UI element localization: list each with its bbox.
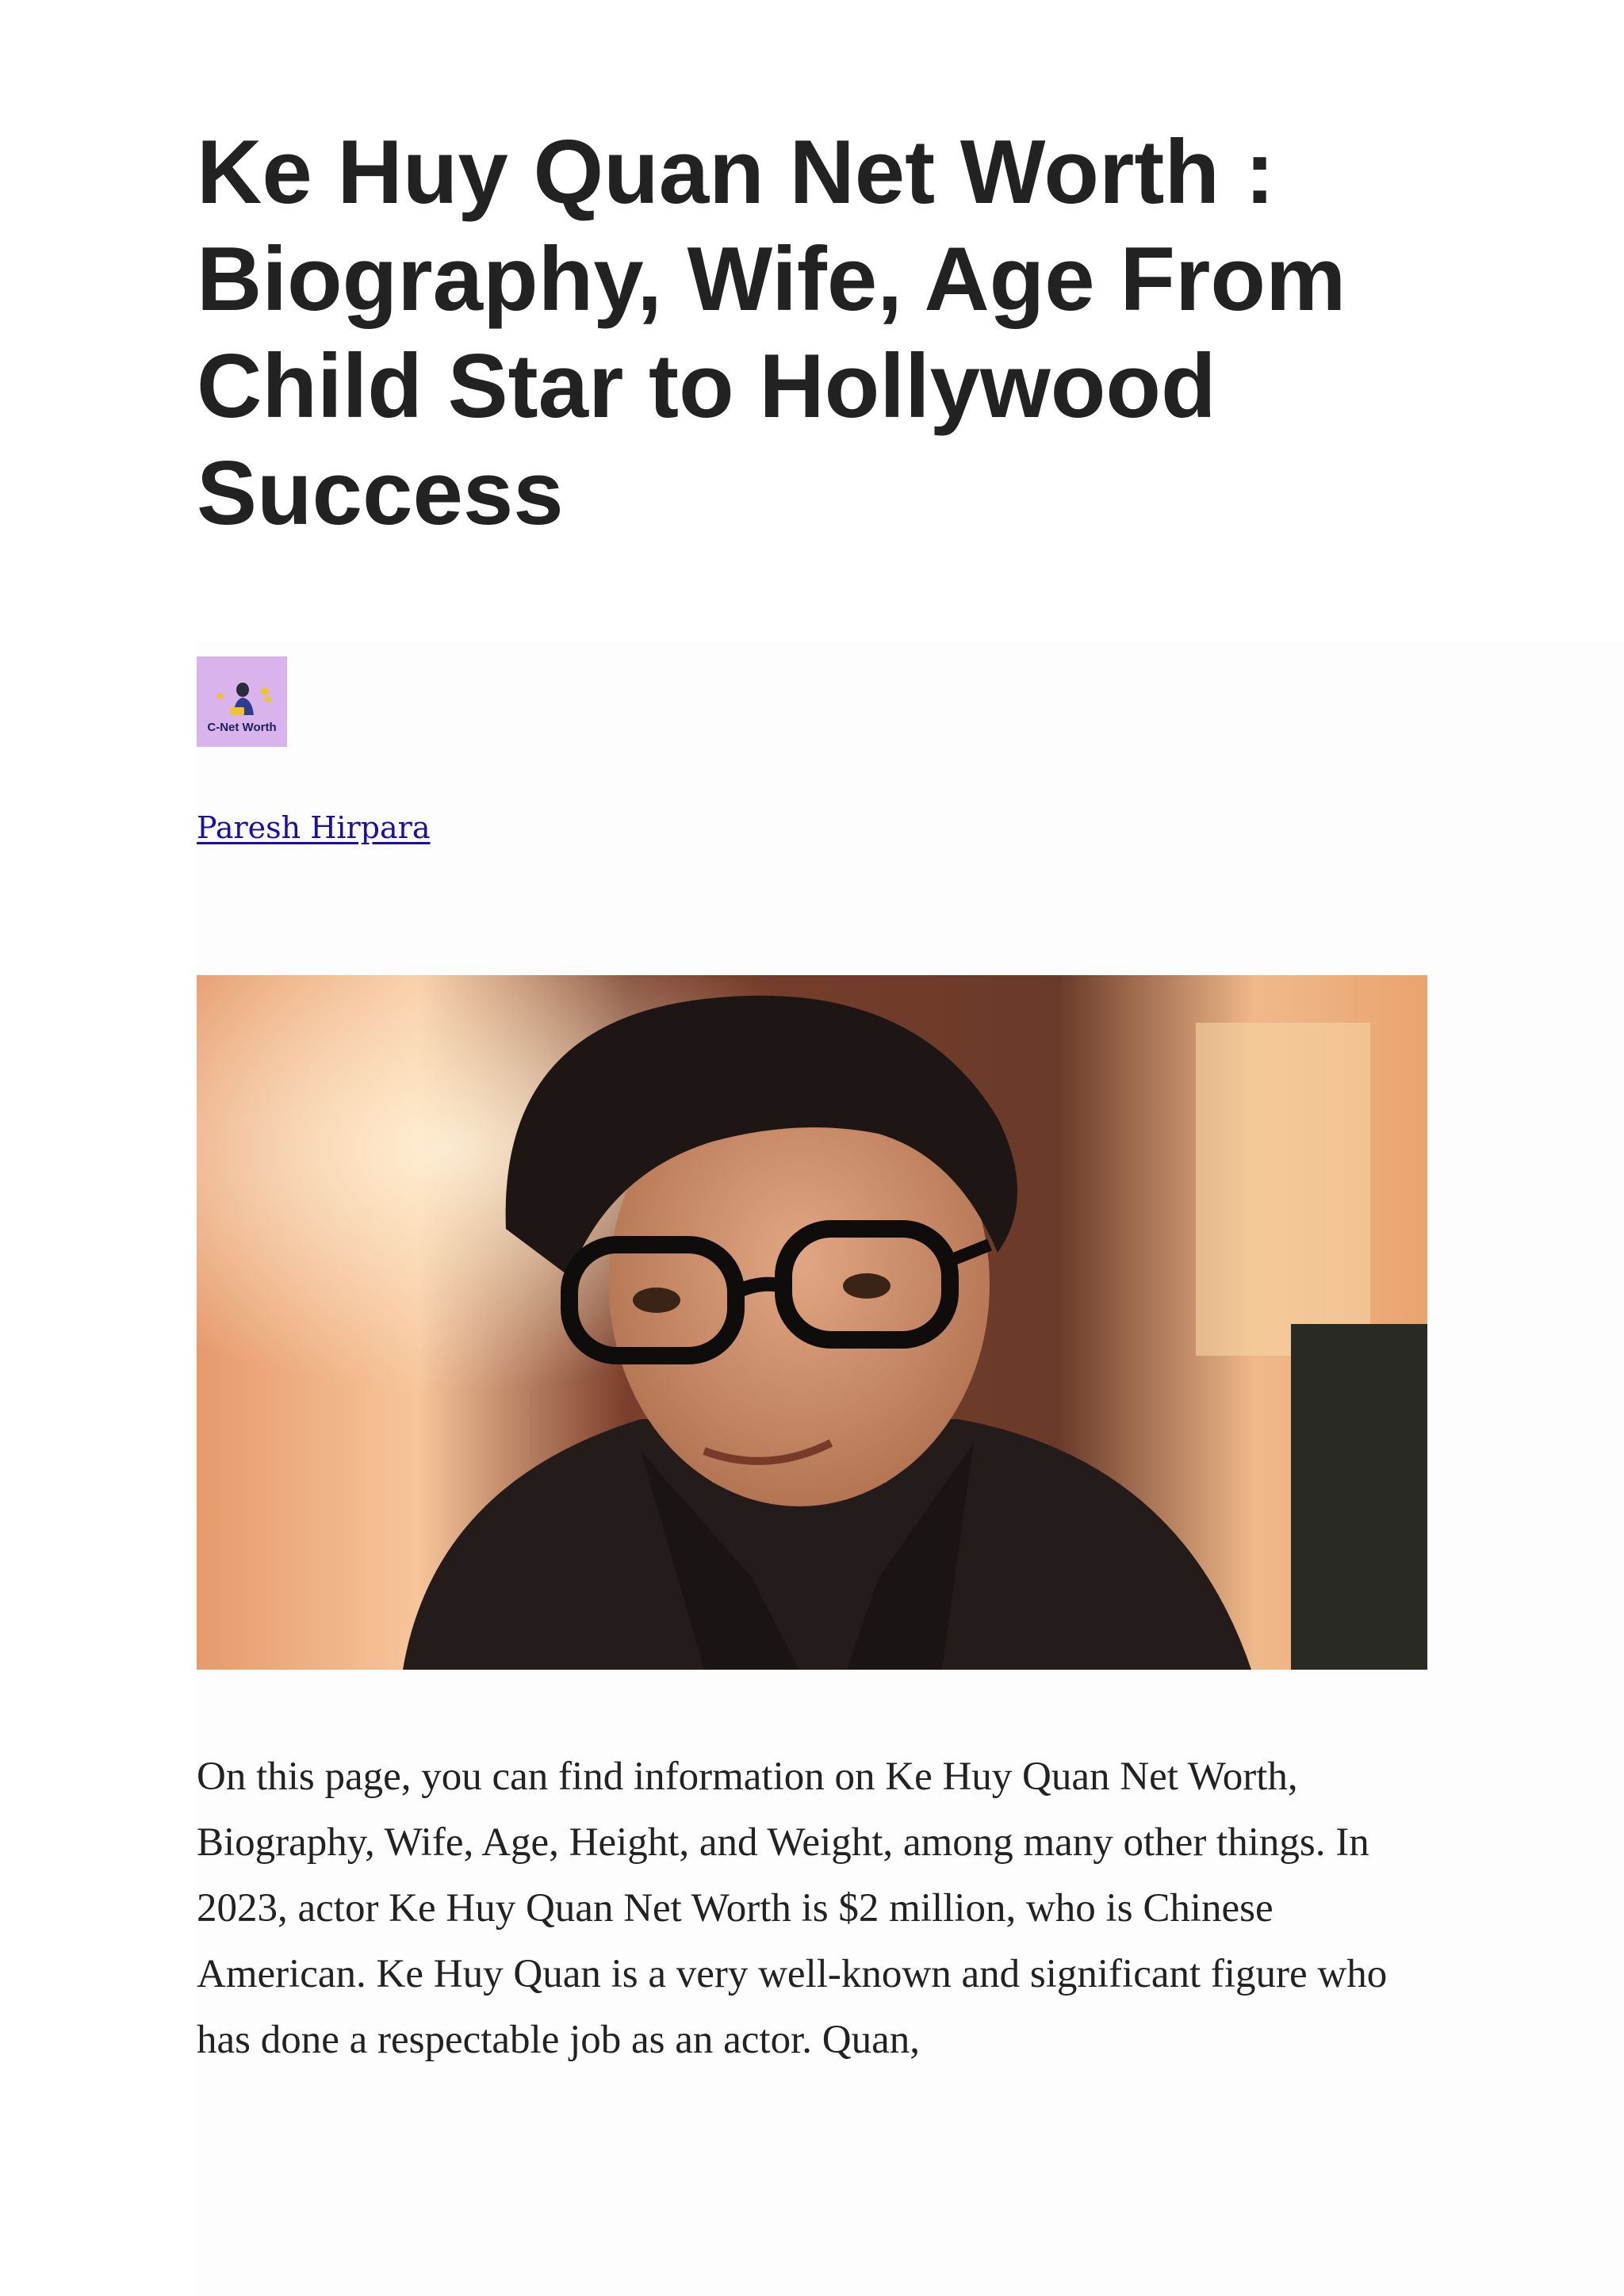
article-page: Ke Huy Quan Net Worth : Biography, Wife,…: [0, 0, 1624, 2296]
person-with-coins-icon: C-Net Worth: [207, 683, 277, 734]
author-link[interactable]: Paresh Hirpara: [197, 806, 430, 850]
portrait-photo: [197, 975, 1427, 1670]
article-photo: [197, 975, 1427, 1670]
article-intro: On this page, you can find information o…: [197, 1755, 1388, 2062]
svg-text:C-Net Worth: C-Net Worth: [207, 721, 276, 734]
site-logo[interactable]: C-Net Worth: [197, 656, 287, 747]
article-title: Ke Huy Quan Net Worth : Biography, Wife,…: [197, 122, 1346, 544]
